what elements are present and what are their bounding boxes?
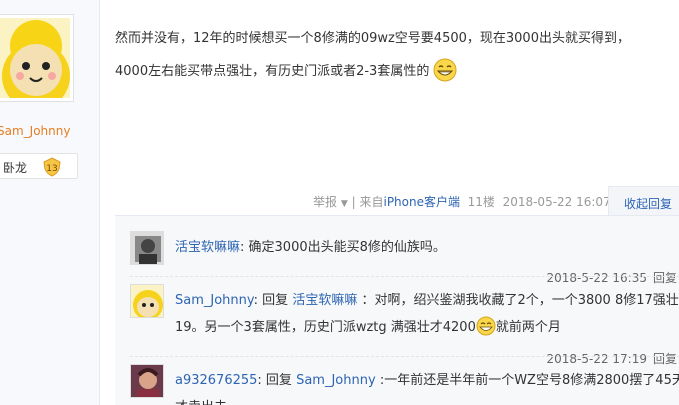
- reply-target-username[interactable]: 活宝软嘛嘛: [292, 293, 357, 308]
- grin-smiley-icon: [433, 58, 457, 82]
- collapse-reply-tab[interactable]: 收起回复: [608, 186, 679, 216]
- reply-target-username[interactable]: Sam_Johnny: [296, 373, 376, 388]
- reply-divider: [130, 276, 679, 277]
- reply-date: 2018-5-22 16:35: [546, 271, 647, 285]
- reply-word: 回复: [265, 373, 292, 388]
- level-shield-icon: 13: [42, 157, 62, 177]
- post-line-1: 然而并没有，12年的时候想买一个8修满的09wz空号要4500，现在3000出头…: [115, 31, 630, 46]
- member-badge[interactable]: 卧龙 13: [0, 153, 78, 179]
- duck-avatar-image: [0, 18, 70, 98]
- reply-avatar[interactable]: [130, 364, 164, 398]
- caret-down-icon[interactable]: ▼: [341, 199, 348, 209]
- badge-level-number: 13: [46, 164, 57, 174]
- reply-body: a932676255: 回复 Sam_Johnny :一年前还是半年前一个WZ空…: [175, 367, 679, 405]
- meta-separator: |: [351, 195, 356, 209]
- report-link[interactable]: 举报: [313, 195, 337, 209]
- post-line-2-text: 4000左右能买带点强壮，有历史门派或者2-3套属性的: [115, 64, 430, 79]
- reply-button[interactable]: 回复: [653, 271, 677, 285]
- reply-button[interactable]: 回复: [653, 352, 677, 366]
- grin-smiley-icon: [476, 316, 496, 336]
- post-datetime: 2018-05-22 16:07: [502, 195, 611, 209]
- reply-username[interactable]: a932676255: [175, 373, 257, 388]
- author-name[interactable]: Sam_Johnny: [0, 124, 70, 138]
- reply-username[interactable]: 活宝软嘛嘛: [175, 240, 240, 255]
- reply-panel: 活宝软嘛嘛: 确定3000出头能买8修的仙族吗。 2018-5-22 16:35…: [115, 215, 679, 405]
- author-avatar[interactable]: [0, 14, 74, 102]
- post-line-2: 4000左右能买带点强壮，有历史门派或者2-3套属性的: [115, 55, 670, 88]
- reply-avatar[interactable]: [130, 284, 164, 318]
- reply-word: 回复: [262, 293, 289, 308]
- reply-avatar[interactable]: [130, 231, 164, 265]
- post-content: 然而并没有，12年的时候想买一个8修满的09wz空号要4500，现在3000出头…: [115, 22, 670, 88]
- reply-body: 活宝软嘛嘛: 确定3000出头能买8修的仙族吗。: [175, 240, 446, 255]
- client-link[interactable]: iPhone客户端: [383, 195, 460, 209]
- post-meta: 举报 ▼ | 来自iPhone客户端 11楼 2018-05-22 16:07: [313, 193, 611, 210]
- reply-username[interactable]: Sam_Johnny: [175, 293, 254, 308]
- author-sidebar: Sam_Johnny 卧龙 13: [0, 0, 100, 405]
- reply-date: 2018-5-22 17:19: [546, 352, 647, 366]
- reply-divider: [130, 356, 679, 357]
- reply-meta: 2018-5-22 16:35 回复: [546, 269, 677, 286]
- reply-text: 确定3000出头能买8修的仙族吗。: [248, 240, 446, 255]
- floor-number: 11楼: [467, 195, 495, 209]
- collapse-reply-label: 收起回复: [624, 197, 673, 211]
- badge-label: 卧龙: [3, 161, 28, 175]
- meta-from: 来自: [359, 195, 384, 209]
- reply-body: Sam_Johnny: 回复 活宝软嘛嘛 ：对啊，绍兴鉴湖我收藏了2个，一个38…: [175, 293, 679, 336]
- reply-text-tail: 就前两个月: [495, 320, 561, 335]
- reply-meta: 2018-5-22 17:19 回复: [546, 350, 677, 367]
